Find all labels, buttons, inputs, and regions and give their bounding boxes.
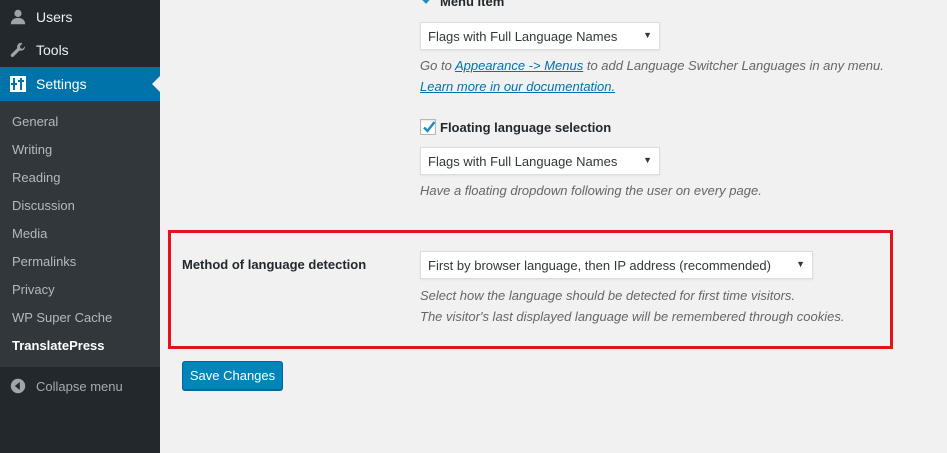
menu-item-description: Go to Appearance -> Menus to add Languag… (420, 58, 884, 73)
submenu-permalinks[interactable]: Permalinks (12, 252, 76, 272)
collapse-arrow-icon (0, 377, 36, 395)
floating-selection-description: Have a floating dropdown following the u… (420, 183, 762, 198)
admin-sidebar: Users Tools Settings General Writing Rea… (0, 0, 160, 453)
appearance-menus-link[interactable]: Appearance -> Menus (455, 58, 583, 73)
floating-select-value: Flags with Full Language Names (428, 153, 618, 169)
submenu-general[interactable]: General (12, 112, 58, 132)
settings-submenu: General Writing Reading Discussion Media… (0, 101, 160, 367)
checkmark-icon (423, 121, 436, 133)
detection-description-line1: Select how the language should be detect… (420, 288, 796, 303)
menu-settings-label: Settings (36, 76, 87, 92)
menu-settings[interactable]: Settings (0, 67, 160, 101)
floating-selection-checkbox[interactable] (420, 119, 436, 135)
detection-select-value: First by browser language, then IP addre… (428, 257, 771, 273)
submenu-writing[interactable]: Writing (12, 140, 52, 160)
collapse-menu-button[interactable]: Collapse menu (0, 374, 160, 398)
menu-item-checkbox[interactable] (420, 0, 436, 7)
documentation-link-row: Learn more in our documentation. (420, 79, 615, 94)
select-caret-icon: ▼ (796, 259, 805, 269)
submenu-translatepress[interactable]: TranslatePress (12, 336, 105, 356)
menu-tools-label: Tools (36, 42, 69, 58)
submenu-wp-super-cache[interactable]: WP Super Cache (12, 308, 112, 328)
menu-item-select-value: Flags with Full Language Names (428, 28, 618, 44)
users-icon (0, 8, 36, 26)
select-caret-icon: ▼ (643, 30, 652, 40)
submenu-media[interactable]: Media (12, 224, 47, 244)
floating-selection-select[interactable]: Flags with Full Language Names ▼ (420, 147, 660, 175)
detection-description-line2: The visitor's last displayed language wi… (420, 309, 845, 324)
detection-method-select[interactable]: First by browser language, then IP addre… (420, 251, 813, 279)
menu-item-select[interactable]: Flags with Full Language Names ▼ (420, 22, 660, 50)
submenu-privacy[interactable]: Privacy (12, 280, 55, 300)
menu-tools[interactable]: Tools (0, 33, 160, 67)
menu-item-desc-prefix: Go to (420, 58, 455, 73)
submenu-reading[interactable]: Reading (12, 168, 60, 188)
settings-icon (0, 76, 36, 92)
submenu-discussion[interactable]: Discussion (12, 196, 75, 216)
detection-method-label: Method of language detection (182, 257, 367, 272)
wrench-icon (0, 41, 36, 59)
collapse-menu-label: Collapse menu (36, 378, 123, 394)
menu-users[interactable]: Users (0, 0, 160, 34)
menu-users-label: Users (36, 9, 73, 25)
save-changes-button[interactable]: Save Changes (182, 361, 283, 390)
current-menu-arrow (152, 76, 160, 92)
select-caret-icon: ▼ (643, 155, 652, 165)
menu-item-desc-suffix: to add Language Switcher Languages in an… (583, 58, 884, 73)
floating-selection-label: Floating language selection (440, 120, 612, 135)
menu-item-label: Menu Item (440, 0, 505, 9)
documentation-link[interactable]: Learn more in our documentation. (420, 79, 615, 94)
